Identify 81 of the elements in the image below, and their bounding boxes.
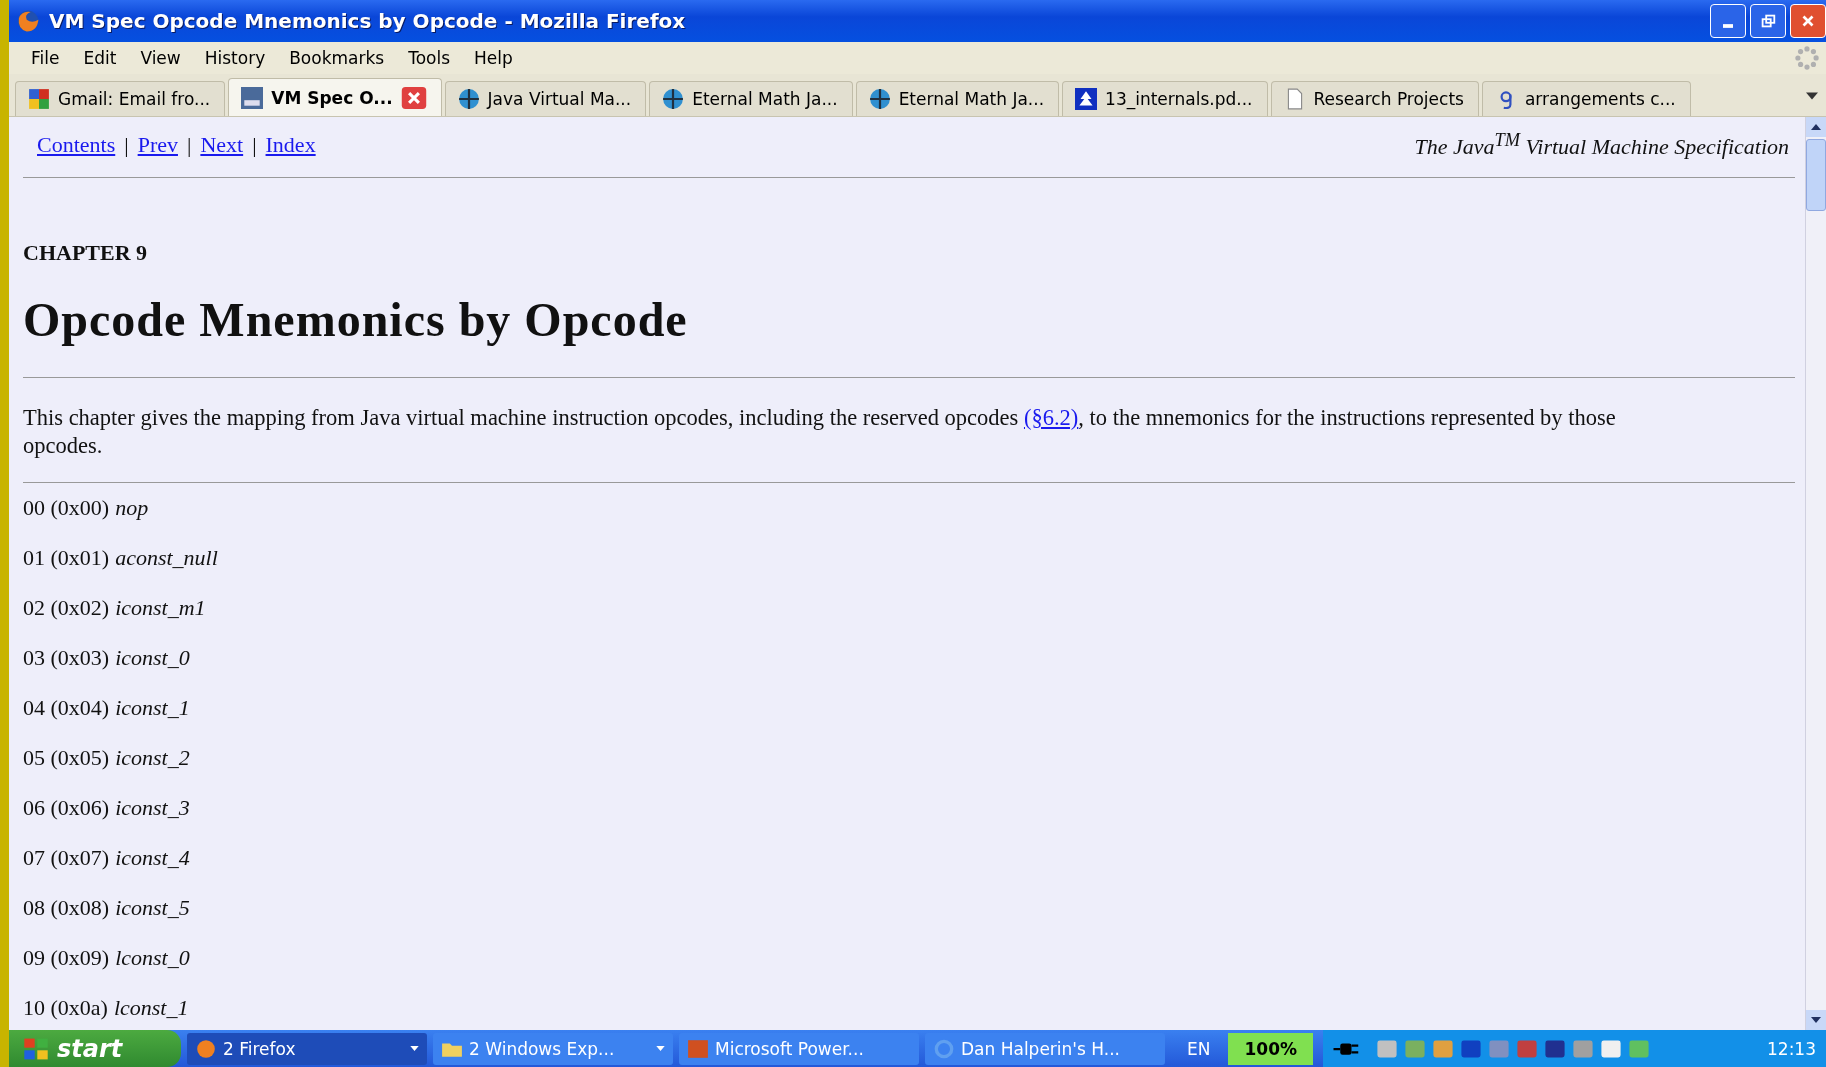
opcode-number: 09 (0x09) bbox=[23, 945, 110, 971]
caret-icon bbox=[656, 1046, 665, 1051]
globe-icon bbox=[868, 88, 891, 110]
close-button[interactable] bbox=[1790, 4, 1826, 38]
menu-item[interactable]: Help bbox=[464, 48, 527, 68]
taskbar-button[interactable]: 2 Firefox bbox=[187, 1032, 427, 1065]
book-title: The Java$^{TM}$ Virtual Machine Specification bbox=[1414, 129, 1789, 161]
clock: 12:13 bbox=[1767, 1038, 1816, 1059]
opcode-number: 01 (0x01) bbox=[23, 545, 110, 571]
browser-tab[interactable]: arrangements c... bbox=[1481, 81, 1691, 116]
nav-link[interactable]: Contents bbox=[37, 132, 116, 158]
opcode-mnemonic: iconst_5 bbox=[115, 895, 190, 921]
opcode-mnemonic: iconst_3 bbox=[115, 795, 190, 821]
browser-tab[interactable]: Eternal Math Ja... bbox=[649, 81, 853, 116]
browser-icon bbox=[933, 1037, 955, 1060]
opcode-number: 03 (0x03) bbox=[23, 645, 110, 671]
minimize-icon bbox=[1723, 24, 1733, 28]
firefox-icon bbox=[15, 8, 41, 34]
caret-icon bbox=[410, 1046, 419, 1051]
menu-item[interactable]: Bookmarks bbox=[279, 48, 399, 68]
colored-squares-icon bbox=[28, 88, 50, 110]
opcode-number: 10 (0x0a) bbox=[23, 995, 108, 1021]
menu-item[interactable]: Tools bbox=[398, 48, 465, 68]
intro-paragraph: This chapter gives the mapping from Java virtual machine instruction opcodes, including the reserved opcodes (§6.2), to the mnemonics for the instructions represented by those opcodes. bbox=[23, 404, 1617, 460]
globe-icon bbox=[457, 88, 480, 110]
browser-tab[interactable]: Gmail: Email fro... bbox=[15, 81, 226, 116]
emblem-icon bbox=[1075, 88, 1098, 110]
menu-item[interactable]: History bbox=[194, 48, 280, 68]
scroll-down-icon[interactable] bbox=[1811, 1017, 1821, 1023]
opcode-number: 08 (0x08) bbox=[23, 895, 110, 921]
opcode-mnemonic: iconst_1 bbox=[115, 695, 190, 721]
nav-link[interactable]: Index bbox=[265, 132, 316, 158]
page-heading: Opcode Mnemonics by Opcode bbox=[23, 292, 689, 347]
browser-tab[interactable]: Research Projects bbox=[1270, 81, 1479, 116]
presentation-icon bbox=[687, 1037, 709, 1060]
taskbar-button[interactable]: Dan Halperin's H... bbox=[925, 1032, 1165, 1065]
window-title: VM Spec Opcode Mnemonics by Opcode - Mozilla Firefox bbox=[49, 9, 687, 33]
taskbar-button[interactable]: Microsoft Power... bbox=[679, 1032, 919, 1065]
opcode-number: 07 (0x07) bbox=[23, 845, 110, 871]
separator: | bbox=[124, 132, 129, 158]
language-indicator[interactable]: EN bbox=[1187, 1038, 1211, 1059]
browser-tab[interactable]: VM Spec O... bbox=[228, 78, 442, 116]
separator: | bbox=[186, 132, 192, 158]
dropdown-arrow-icon[interactable] bbox=[1806, 92, 1818, 100]
opcode-number: 02 (0x02) bbox=[23, 595, 110, 621]
firefox-icon bbox=[195, 1037, 217, 1060]
section-link[interactable]: (§6.2) bbox=[1023, 405, 1079, 430]
menu-item[interactable]: File bbox=[21, 48, 74, 68]
restore-icon bbox=[1759, 12, 1777, 30]
battery-indicator[interactable]: 100% bbox=[1228, 1032, 1313, 1065]
opcode-mnemonic: aconst_null bbox=[115, 545, 218, 571]
opcode-number: 06 (0x06) bbox=[23, 795, 110, 821]
opcode-mnemonic: lconst_1 bbox=[113, 995, 189, 1021]
globe-icon bbox=[662, 88, 685, 110]
restore-button[interactable] bbox=[1750, 4, 1786, 38]
separator: | bbox=[252, 132, 257, 158]
close-tab-icon[interactable] bbox=[400, 86, 427, 109]
start-button[interactable]: start bbox=[9, 1030, 181, 1067]
nav-link[interactable]: Next bbox=[200, 132, 244, 158]
opcode-mnemonic: iconst_2 bbox=[115, 745, 190, 771]
chapter-label: CHAPTER 9 bbox=[23, 240, 149, 266]
opcode-mnemonic: nop bbox=[115, 495, 149, 521]
menu-item[interactable]: Edit bbox=[73, 48, 131, 68]
opcode-number: 04 (0x04) bbox=[23, 695, 110, 721]
scrollbar[interactable] bbox=[1805, 117, 1826, 1030]
opcode-mnemonic: lconst_0 bbox=[115, 945, 190, 971]
scroll-thumb[interactable] bbox=[1806, 139, 1826, 211]
browser-tab[interactable]: Eternal Math Ja... bbox=[855, 81, 1060, 116]
opcode-mnemonic: iconst_0 bbox=[115, 645, 190, 671]
opcode-mnemonic: iconst_4 bbox=[115, 845, 190, 871]
throbber-icon bbox=[1794, 45, 1820, 71]
opcode-number: 05 (0x05) bbox=[23, 745, 110, 771]
menu-item[interactable]: View bbox=[130, 48, 195, 68]
scroll-up-icon[interactable] bbox=[1811, 124, 1821, 130]
opcode-number: 00 (0x00) bbox=[23, 495, 110, 521]
browser-tab[interactable]: 13_internals.pd... bbox=[1062, 81, 1268, 116]
nav-link[interactable]: Prev bbox=[137, 132, 178, 158]
minimize-button[interactable] bbox=[1710, 4, 1746, 38]
browser-tab[interactable]: Java Virtual Ma... bbox=[444, 81, 647, 116]
opcode-mnemonic: iconst_m1 bbox=[115, 595, 206, 621]
taskbar-button[interactable]: 2 Windows Exp... bbox=[433, 1032, 673, 1065]
